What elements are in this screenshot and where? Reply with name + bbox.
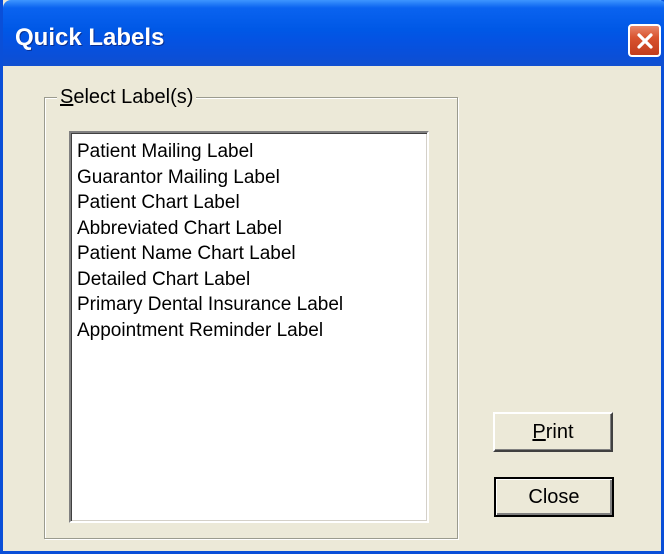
list-item-abbreviated-chart-label[interactable]: Abbreviated Chart Label bbox=[77, 216, 427, 242]
list-item-patient-mailing-label[interactable]: Patient Mailing Label bbox=[77, 139, 427, 165]
title-bar[interactable]: Quick Labels bbox=[3, 0, 664, 66]
list-item-appointment-reminder-label[interactable]: Appointment Reminder Label bbox=[77, 318, 427, 344]
legend-mnemonic: S bbox=[60, 86, 74, 108]
labels-listbox[interactable]: Patient Mailing Label Guarantor Mailing … bbox=[69, 131, 429, 523]
close-window-button[interactable] bbox=[628, 24, 661, 57]
list-item-patient-chart-label[interactable]: Patient Chart Label bbox=[77, 190, 427, 216]
print-button[interactable]: Print bbox=[493, 412, 613, 452]
close-button[interactable]: Close bbox=[494, 477, 614, 517]
list-item-guarantor-mailing-label[interactable]: Guarantor Mailing Label bbox=[77, 165, 427, 191]
list-item-patient-name-chart-label[interactable]: Patient Name Chart Label bbox=[77, 241, 427, 267]
close-icon bbox=[636, 32, 653, 49]
list-item-primary-dental-insurance-label[interactable]: Primary Dental Insurance Label bbox=[77, 292, 427, 318]
legend-text: elect Label(s) bbox=[73, 86, 194, 108]
list-item-detailed-chart-label[interactable]: Detailed Chart Label bbox=[77, 267, 427, 293]
select-labels-legend: Select Label(s) bbox=[57, 86, 197, 108]
print-label: rint bbox=[545, 420, 574, 443]
window-title: Quick Labels bbox=[15, 24, 165, 51]
quick-labels-dialog: Quick Labels Select Label(s) Patient Mai… bbox=[0, 0, 664, 554]
print-mnemonic: P bbox=[532, 420, 546, 443]
